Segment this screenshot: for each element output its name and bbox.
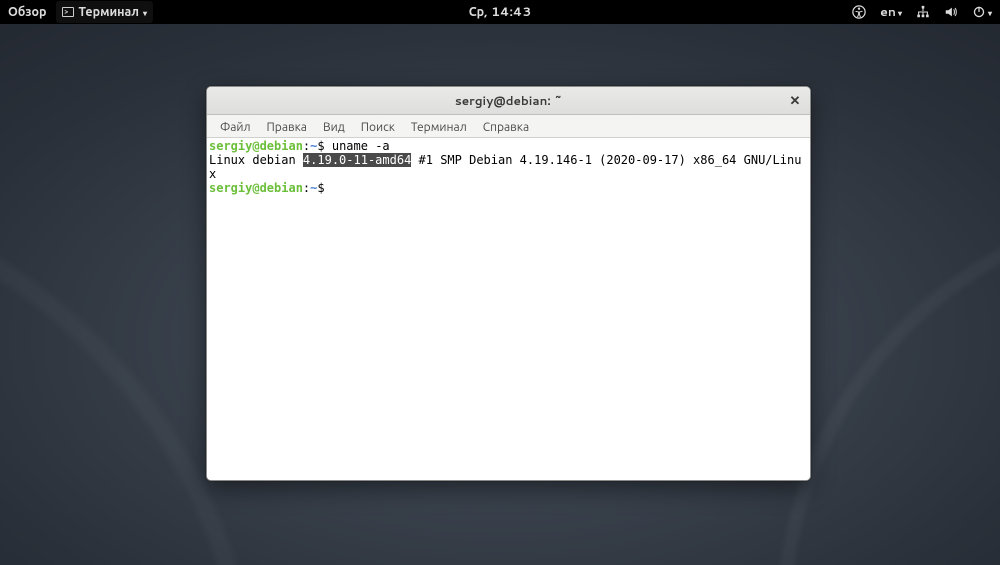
gnome-topbar: Обзор Терминал ▾ Ср, 14:43 en ▾ ▾ xyxy=(0,0,1000,24)
network-icon[interactable] xyxy=(916,5,930,19)
terminal-menubar: Файл Правка Вид Поиск Терминал Справка xyxy=(207,115,810,138)
terminal-window: sergiy@debian: ~ ✕ Файл Правка Вид Поиск… xyxy=(206,86,811,481)
menu-file[interactable]: Файл xyxy=(213,116,258,137)
command-text: uname -a xyxy=(332,139,390,153)
terminal-output[interactable]: sergiy@debian:~$ uname -a Linux debian 4… xyxy=(207,138,810,480)
menu-edit[interactable]: Правка xyxy=(260,116,314,137)
appmenu-button[interactable]: Терминал ▾ xyxy=(56,1,153,23)
menu-view[interactable]: Вид xyxy=(316,116,352,137)
menu-search[interactable]: Поиск xyxy=(354,116,402,137)
terminal-icon xyxy=(62,7,74,17)
close-button[interactable]: ✕ xyxy=(786,92,804,110)
accessibility-icon[interactable] xyxy=(852,5,866,19)
chevron-down-icon: ▾ xyxy=(898,7,902,19)
keyboard-layout-indicator[interactable]: en ▾ xyxy=(880,3,902,21)
output-line: Linux debian 4.19.0-11-amd64 #1 SMP Debi… xyxy=(209,153,801,181)
menu-terminal[interactable]: Терминал xyxy=(404,116,474,137)
volume-icon[interactable] xyxy=(944,5,958,19)
window-title: sergiy@debian: ~ xyxy=(455,92,562,109)
chevron-down-icon: ▾ xyxy=(143,7,147,19)
power-icon[interactable]: ▾ xyxy=(972,5,992,19)
prompt-user: sergiy@debian xyxy=(209,181,303,195)
prompt-user: sergiy@debian xyxy=(209,139,303,153)
keyboard-layout-label: en xyxy=(880,3,896,21)
clock-button[interactable]: Ср, 14:43 xyxy=(469,3,532,21)
highlighted-kernel: 4.19.0-11-amd64 xyxy=(303,153,411,167)
activities-button[interactable]: Обзор xyxy=(8,3,46,21)
appmenu-label: Терминал xyxy=(78,3,139,21)
chevron-down-icon: ▾ xyxy=(988,7,992,19)
menu-help[interactable]: Справка xyxy=(476,116,536,137)
window-titlebar[interactable]: sergiy@debian: ~ ✕ xyxy=(207,87,810,115)
